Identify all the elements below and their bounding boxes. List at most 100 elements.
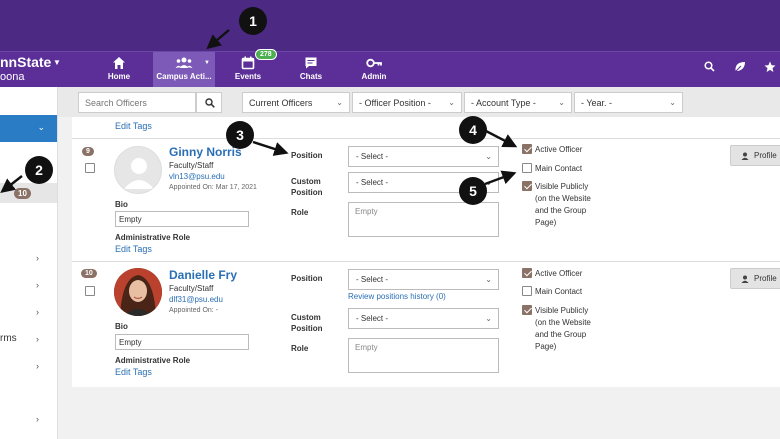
edit-tags-link[interactable]: Edit Tags — [115, 367, 152, 377]
officer-email-link[interactable]: dlf31@psu.edu — [169, 295, 223, 304]
brand-name[interactable]: nnState — [0, 54, 51, 70]
role-textarea[interactable]: Empty — [348, 202, 499, 237]
callout-5: 5 — [459, 177, 487, 205]
custom-position-label: Custom — [291, 313, 321, 322]
user-icon — [741, 152, 749, 160]
position-label: Position — [291, 151, 323, 160]
callout-1: 1 — [239, 7, 267, 35]
officer-status-select[interactable]: Current Officers ⌄ — [242, 92, 350, 113]
bio-label: Bio — [115, 322, 128, 331]
custom-position-label: Custom — [291, 177, 321, 186]
avatar-placeholder — [114, 146, 162, 194]
chevron-right-icon[interactable]: › — [36, 280, 39, 290]
bio-field[interactable]: Empty — [115, 211, 249, 227]
visible-publicly-label: and the Group — [535, 330, 587, 339]
edit-tags-link[interactable]: Edit Tags — [115, 244, 152, 254]
nav-label: Campus Acti... — [156, 72, 212, 81]
select-value: - Select - — [356, 314, 389, 323]
officer-select-checkbox[interactable] — [85, 286, 95, 296]
main-contact-label: Main Contact — [535, 287, 583, 296]
sidebar-item-label[interactable]: rms — [0, 333, 17, 344]
main-contact-checkbox[interactable] — [522, 163, 532, 173]
chevron-down-icon: ⌄ — [485, 314, 492, 323]
chevron-right-icon[interactable]: › — [36, 361, 39, 371]
events-count-badge: 278 — [255, 49, 277, 60]
nav-admin[interactable]: Admin — [358, 52, 390, 88]
position-select[interactable]: - Select - ⌄ — [348, 146, 499, 167]
visible-publicly-label: Visible Publicly — [535, 182, 589, 191]
review-positions-history-link[interactable]: Review positions history (0) — [348, 292, 446, 301]
home-icon — [113, 57, 125, 69]
main-contact-label: Main Contact — [535, 164, 583, 173]
custom-position-label-2: Position — [291, 324, 323, 333]
chevron-right-icon[interactable]: › — [36, 253, 39, 263]
bio-field[interactable]: Empty — [115, 334, 249, 350]
calendar-icon — [241, 56, 255, 70]
user-icon — [741, 275, 749, 283]
officer-position-select[interactable]: - Officer Position - ⌄ — [352, 92, 462, 113]
visible-publicly-label: (on the Website — [535, 318, 591, 327]
brand-subtitle: oona — [0, 71, 25, 83]
officer-email-link[interactable]: vln13@psu.edu — [169, 172, 225, 181]
profile-button[interactable]: Profile — [730, 145, 780, 166]
active-officer-label: Active Officer — [535, 145, 583, 154]
chevron-down-icon[interactable]: ▼ — [204, 60, 210, 66]
row-divider — [72, 261, 780, 262]
chevron-right-icon[interactable]: › — [36, 334, 39, 344]
chevron-right-icon[interactable]: › — [36, 307, 39, 317]
position-label: Position — [291, 274, 323, 283]
officer-select-checkbox[interactable] — [85, 163, 95, 173]
main-nav: nnState ▼ oona Home Campus Acti... ▼ 278… — [0, 49, 780, 88]
chevron-down-icon: ⌄ — [558, 98, 565, 107]
bio-label: Bio — [115, 200, 128, 209]
officer-name-link[interactable]: Ginny Norris — [169, 145, 242, 159]
nav-label: Events — [234, 72, 262, 81]
chevron-down-icon: ⌄ — [485, 152, 492, 161]
chat-icon — [305, 57, 317, 69]
officer-rank-badge: 10 — [81, 269, 97, 278]
profile-button-label: Profile — [754, 151, 777, 160]
sidebar-count-badge: 10 — [14, 188, 31, 199]
search-officers-input[interactable] — [78, 92, 196, 113]
active-officer-checkbox[interactable] — [522, 268, 532, 278]
officer-rank-badge: 9 — [82, 147, 94, 156]
admin-role-label: Administrative Role — [115, 233, 191, 242]
custom-position-label-2: Position — [291, 188, 323, 197]
appointed-date: Appointed On: - — [169, 307, 219, 314]
top-banner — [0, 0, 780, 51]
chevron-down-icon: ⌄ — [448, 98, 455, 107]
star-icon[interactable] — [764, 61, 776, 73]
position-select[interactable]: - Select - ⌄ — [348, 269, 499, 290]
role-label: Role — [291, 208, 309, 217]
select-value: - Select - — [356, 275, 389, 284]
account-type-select[interactable]: - Account Type - ⌄ — [464, 92, 572, 113]
visible-publicly-checkbox[interactable] — [522, 181, 532, 191]
active-officer-checkbox[interactable] — [522, 144, 532, 154]
admin-role-label: Administrative Role — [115, 356, 191, 365]
edit-tags-link[interactable]: Edit Tags — [115, 121, 152, 131]
visible-publicly-checkbox[interactable] — [522, 305, 532, 315]
nav-chats[interactable]: Chats — [296, 52, 326, 88]
custom-position-select[interactable]: - Select - ⌄ — [348, 308, 499, 329]
main-contact-checkbox[interactable] — [522, 286, 532, 296]
visible-publicly-label: (on the Website — [535, 194, 591, 203]
nav-events[interactable]: 278 Events — [233, 49, 277, 88]
search-icon — [205, 98, 215, 108]
role-textarea[interactable]: Empty — [348, 338, 499, 373]
nav-campus-activities[interactable]: Campus Acti... ▼ — [153, 52, 215, 88]
profile-button[interactable]: Profile — [730, 268, 780, 289]
sidebar-active-section[interactable]: ⌄ — [0, 115, 57, 142]
visible-publicly-label: Visible Publicly — [535, 306, 589, 315]
leaf-icon[interactable] — [734, 61, 746, 73]
brand-caret-icon[interactable]: ▼ — [53, 58, 61, 67]
search-icon[interactable] — [704, 61, 715, 72]
chevron-right-icon[interactable]: › — [36, 414, 39, 424]
left-sidebar: ⌄ 10 › › › › › › — [0, 87, 58, 439]
year-select[interactable]: - Year. - ⌄ — [574, 92, 683, 113]
row-divider — [72, 138, 780, 139]
chevron-down-icon: ⌄ — [485, 275, 492, 284]
officer-name-link[interactable]: Danielle Fry — [169, 268, 237, 282]
nav-home[interactable]: Home — [104, 52, 134, 88]
search-button[interactable] — [196, 92, 222, 113]
users-icon — [175, 57, 193, 68]
